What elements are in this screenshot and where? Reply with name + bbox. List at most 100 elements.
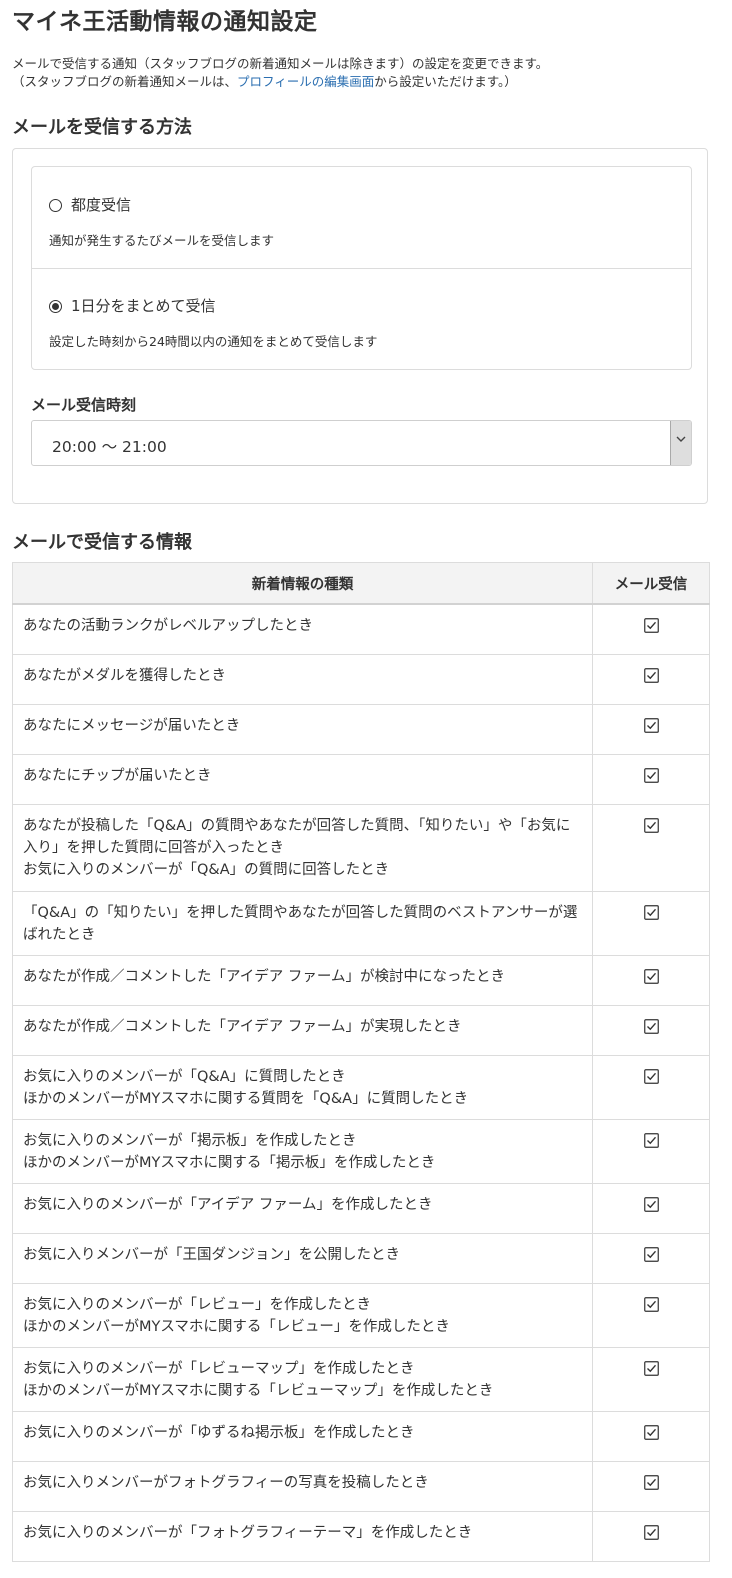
table-row: あなたが投稿した「Q&A」の質問やあなたが回答した質問、「知りたい」や「お気に入…: [12, 803, 710, 892]
notification-type-text: あなたにメッセージが届いたとき: [23, 717, 241, 734]
checked-checkbox[interactable]: [643, 1018, 659, 1034]
mail-receive-cell: [592, 1054, 710, 1120]
page-title: マイネ王活動情報の通知設定: [12, 9, 318, 35]
mail-receive-cell: [592, 1004, 710, 1056]
table-header-row: 新着情報の種類 メール受信: [12, 562, 710, 605]
column-header-mail: メール受信: [592, 562, 710, 605]
checked-checkbox[interactable]: [643, 618, 659, 633]
checked-checkbox[interactable]: [643, 1474, 659, 1490]
notification-type-cell: あなたの活動ランクがレベルアップしたとき: [12, 603, 593, 655]
mail-receive-cell: [592, 890, 710, 956]
notification-type-text: お気に入りのメンバーが「Q&A」の質問に回答したとき: [23, 861, 390, 878]
option-each-time[interactable]: 都度受信 通知が発生するたびメールを受信します: [32, 167, 691, 267]
intro-line-2-suffix: から設定いただけます。）: [374, 74, 517, 89]
radio-daily-digest[interactable]: [49, 300, 62, 313]
mail-receive-cell: [592, 1182, 710, 1234]
notification-type-cell: お気に入りメンバーが「王国ダンジョン」を公開したとき: [12, 1232, 593, 1284]
notification-type-cell: あなたがメダルを獲得したとき: [12, 653, 593, 705]
notification-type-cell: お気に入りのメンバーが「フォトグラフィーテーマ」を作成したとき: [12, 1510, 593, 1562]
notification-type-cell: あなたにチップが届いたとき: [12, 753, 593, 805]
notification-type-cell: 「Q&A」の「知りたい」を押した質問やあなたが回答した質問のベストアンサーが選ば…: [12, 890, 593, 956]
profile-edit-link[interactable]: プロフィールの編集画面: [237, 74, 374, 89]
notification-type-text: お気に入りメンバーが「王国ダンジョン」を公開したとき: [23, 1246, 400, 1263]
checked-checkbox[interactable]: [643, 1360, 659, 1376]
checked-checkbox[interactable]: [643, 1296, 659, 1312]
receive-method-options: 都度受信 通知が発生するたびメールを受信します 1日分をまとめて受信 設定した時…: [31, 166, 692, 370]
intro-line-2: （スタッフブログの新着通知メールは、プロフィールの編集画面から設定いただけます。…: [12, 73, 548, 91]
mail-receive-cell: [592, 653, 710, 705]
notification-type-text: お気に入りメンバーがフォトグラフィーの写真を投稿したとき: [23, 1474, 429, 1491]
option-each-time-label: 都度受信: [71, 196, 132, 214]
mail-receive-cell: [592, 1118, 710, 1184]
notification-type-text: お気に入りのメンバーが「レビューマップ」を作成したとき: [23, 1360, 415, 1377]
radio-each-time[interactable]: [49, 199, 62, 212]
notification-type-cell: お気に入りのメンバーが「掲示板」を作成したときほかのメンバーがMYスマホに関する…: [12, 1118, 593, 1184]
notification-type-text: ほかのメンバーがMYスマホに関する「掲示板」を作成したとき: [23, 1154, 436, 1171]
mail-receive-cell: [592, 1410, 710, 1462]
table-row: あなたにチップが届いたとき: [12, 753, 710, 805]
notification-type-cell: あなたが作成／コメントした「アイデア ファーム」が検討中になったとき: [12, 954, 593, 1006]
notification-type-text: お気に入りのメンバーが「アイデア ファーム」を作成したとき: [23, 1196, 433, 1213]
notification-type-text: お気に入りのメンバーが「掲示板」を作成したとき: [23, 1132, 357, 1149]
column-header-type: 新着情報の種類: [12, 562, 593, 605]
notification-type-text: あなたが投稿した「Q&A」の質問やあなたが回答した質問、「知りたい」や「お気に入…: [23, 817, 571, 856]
checked-checkbox[interactable]: [643, 667, 659, 683]
table-row: あなたにメッセージが届いたとき: [12, 703, 710, 755]
option-daily-digest-description: 設定した時刻から24時間以内の通知をまとめて受信します: [49, 334, 378, 349]
mail-receive-cell: [592, 1346, 710, 1412]
notification-type-text: あなたの活動ランクがレベルアップしたとき: [23, 618, 313, 634]
mail-receive-cell: [592, 603, 710, 655]
table-row: あなたがメダルを獲得したとき: [12, 653, 710, 705]
option-daily-digest[interactable]: 1日分をまとめて受信 設定した時刻から24時間以内の通知をまとめて受信します: [32, 268, 691, 369]
table-row: 「Q&A」の「知りたい」を押した質問やあなたが回答した質問のベストアンサーが選ば…: [12, 890, 710, 956]
notification-type-cell: あなたにメッセージが届いたとき: [12, 703, 593, 755]
checked-checkbox[interactable]: [643, 1196, 659, 1212]
checked-checkbox[interactable]: [643, 767, 659, 783]
intro-line-2-prefix: （スタッフブログの新着通知メールは、: [12, 74, 238, 89]
receive-time-select[interactable]: 20:00 〜 21:00: [31, 420, 692, 466]
notification-type-text: お気に入りのメンバーが「フォトグラフィーテーマ」を作成したとき: [23, 1524, 473, 1541]
checked-checkbox[interactable]: [643, 717, 659, 733]
mail-receive-cell: [592, 753, 710, 805]
notification-type-text: ほかのメンバーがMYスマホに関する「レビュー」を作成したとき: [23, 1318, 450, 1335]
notification-type-cell: お気に入りのメンバーが「ゆずるね掲示板」を作成したとき: [12, 1410, 593, 1462]
mail-receive-cell: [592, 703, 710, 755]
table-row: お気に入りメンバーが「王国ダンジョン」を公開したとき: [12, 1232, 710, 1284]
notification-type-text: お気に入りのメンバーが「レビュー」を作成したとき: [23, 1296, 371, 1313]
table-row: あなたが作成／コメントした「アイデア ファーム」が実現したとき: [12, 1004, 710, 1056]
mail-receive-cell: [592, 803, 710, 892]
notification-type-cell: お気に入りのメンバーが「レビューマップ」を作成したときほかのメンバーがMYスマホ…: [12, 1346, 593, 1412]
checked-checkbox[interactable]: [643, 1524, 659, 1540]
table-row: あなたの活動ランクがレベルアップしたとき: [12, 603, 710, 655]
notification-type-text: あなたが作成／コメントした「アイデア ファーム」が実現したとき: [23, 1018, 462, 1035]
checked-checkbox[interactable]: [643, 968, 659, 984]
checked-checkbox[interactable]: [643, 1246, 659, 1262]
checked-checkbox[interactable]: [643, 1424, 659, 1440]
checked-checkbox[interactable]: [643, 1132, 659, 1148]
table-row: お気に入りのメンバーが「フォトグラフィーテーマ」を作成したとき: [12, 1510, 710, 1562]
checked-checkbox[interactable]: [643, 1068, 659, 1084]
notification-type-cell: お気に入りのメンバーが「アイデア ファーム」を作成したとき: [12, 1182, 593, 1234]
notification-types-table: 新着情報の種類 メール受信 あなたの活動ランクがレベルアップしたときあなたがメダ…: [12, 562, 710, 1562]
option-daily-digest-label: 1日分をまとめて受信: [71, 297, 216, 315]
method-heading: メールを受信する方法: [12, 117, 192, 138]
chevron-down-icon: [676, 436, 686, 442]
option-each-time-description: 通知が発生するたびメールを受信します: [49, 233, 275, 248]
mail-receive-cell: [592, 1510, 710, 1562]
select-dropdown-button[interactable]: [670, 421, 691, 465]
receive-time-label: メール受信時刻: [31, 396, 137, 414]
table-row: お気に入りのメンバーが「掲示板」を作成したときほかのメンバーがMYスマホに関する…: [12, 1118, 710, 1184]
notification-type-text: ほかのメンバーがMYスマホに関する「レビューマップ」を作成したとき: [23, 1382, 494, 1399]
notification-type-text: お気に入りのメンバーが「Q&A」に質問したとき: [23, 1068, 346, 1085]
method-panel: 都度受信 通知が発生するたびメールを受信します 1日分をまとめて受信 設定した時…: [12, 148, 708, 504]
notification-type-text: あなたが作成／コメントした「アイデア ファーム」が検討中になったとき: [23, 968, 505, 985]
mail-receive-cell: [592, 954, 710, 1006]
table-body: あなたの活動ランクがレベルアップしたときあなたがメダルを獲得したときあなたにメッ…: [12, 603, 710, 1562]
notification-type-cell: あなたが投稿した「Q&A」の質問やあなたが回答した質問、「知りたい」や「お気に入…: [12, 803, 593, 892]
checked-checkbox[interactable]: [643, 904, 659, 920]
receive-time-value: 20:00 〜 21:00: [52, 438, 167, 456]
table-row: お気に入りのメンバーが「ゆずるね掲示板」を作成したとき: [12, 1410, 710, 1462]
checked-checkbox[interactable]: [643, 817, 659, 833]
table-row: お気に入りのメンバーが「レビュー」を作成したときほかのメンバーがMYスマホに関す…: [12, 1282, 710, 1348]
table-row: お気に入りメンバーがフォトグラフィーの写真を投稿したとき: [12, 1460, 710, 1512]
